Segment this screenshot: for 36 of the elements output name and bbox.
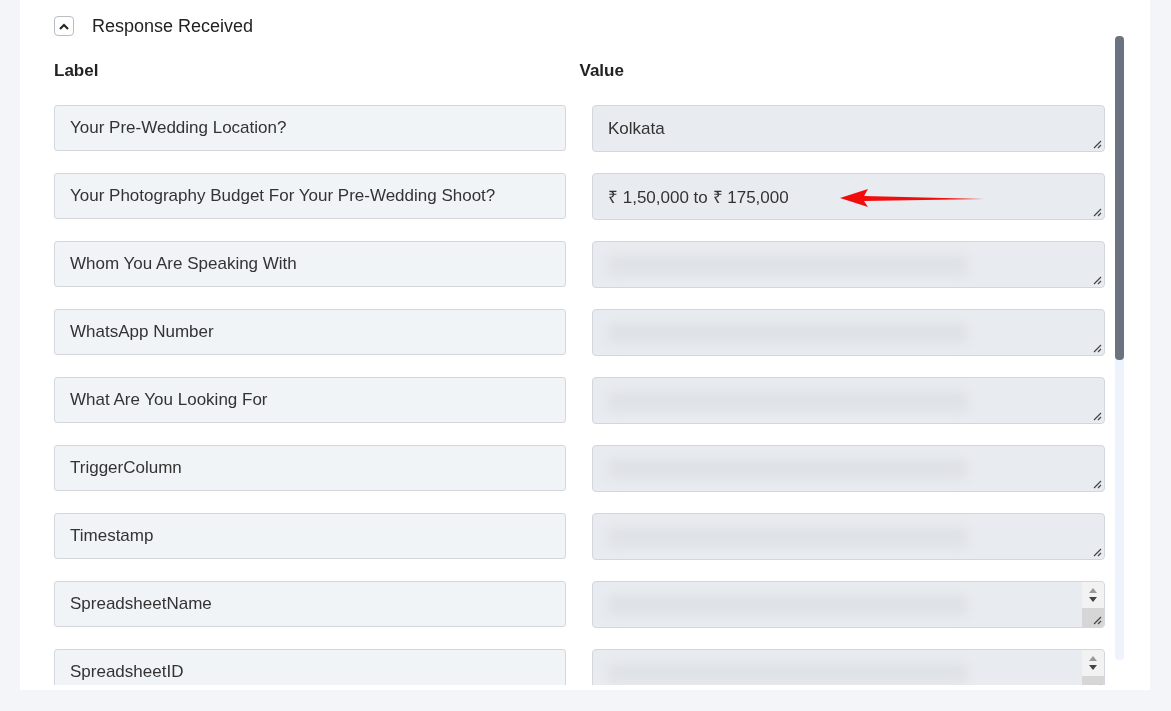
value-field[interactable] [592,513,1105,560]
value-field[interactable] [592,581,1105,628]
value-field[interactable]: Kolkata [592,105,1105,152]
resize-handle-icon[interactable] [1092,139,1102,149]
spinner-control[interactable] [1082,582,1104,627]
label-field[interactable]: Your Photography Budget For Your Pre-Wedding Shoot? [54,173,566,219]
scrollbar[interactable] [1115,36,1124,660]
resize-handle-icon[interactable] [1092,207,1102,217]
label-field[interactable]: TriggerColumn [54,445,566,491]
column-header: Value [579,61,625,81]
spinner-control[interactable] [1082,650,1104,685]
value-field[interactable]: ₹ 1,50,000 to ₹ 175,000 [592,173,1105,220]
label-field[interactable]: WhatsApp Number [54,309,566,355]
value-field[interactable] [592,309,1105,356]
label-field[interactable]: SpreadsheetName [54,581,566,627]
label-field[interactable]: Your Pre-Wedding Location? [54,105,566,151]
collapse-button[interactable] [54,16,74,36]
label-field[interactable]: What Are You Looking For [54,377,566,423]
resize-handle-icon[interactable] [1092,479,1102,489]
resize-handle-icon[interactable] [1092,547,1102,557]
value-field[interactable] [592,649,1105,685]
value-field[interactable] [592,377,1105,424]
value-field[interactable] [592,445,1105,492]
label-field[interactable]: Whom You Are Speaking With [54,241,566,287]
resize-handle-icon[interactable] [1092,615,1102,625]
section-title: Response Received [92,15,254,37]
caret-icon [59,22,69,30]
value-text: ₹ 1,50,000 to ₹ 175,000 [608,187,789,208]
label-field[interactable]: SpreadsheetID [54,649,566,685]
value-field[interactable] [592,241,1105,288]
value-text: Kolkata [608,118,665,139]
column-header: Label [54,61,100,81]
resize-handle-icon[interactable] [1092,275,1102,285]
resize-handle-icon[interactable] [1092,411,1102,421]
resize-handle-icon[interactable] [1092,343,1102,353]
label-field[interactable]: Timestamp [54,513,566,559]
